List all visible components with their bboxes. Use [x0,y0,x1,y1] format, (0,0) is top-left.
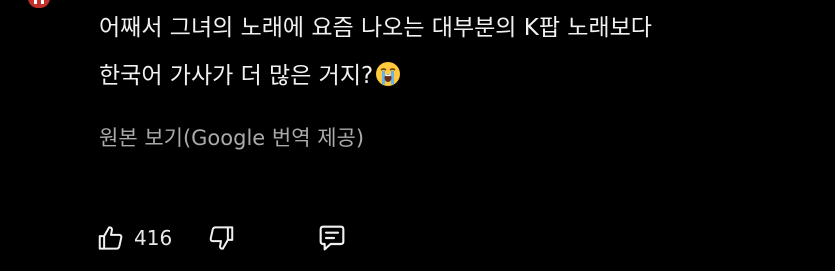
comment-line-2: 한국어 가사가 더 많은 거지? [99,52,819,104]
loudly-crying-face-emoji [375,56,401,104]
avatar[interactable] [28,0,50,8]
view-original-link[interactable]: 원본 보기(Google 번역 제공) [99,118,364,158]
comment-line-1-text: 어째서 그녀의 노래에 요즘 나오는 대부분의 K팝 노래보다 [99,15,652,41]
like-count: 416 [134,226,173,250]
comment-text: 어째서 그녀의 노래에 요즘 나오는 대부분의 K팝 노래보다 한국어 가사가 … [99,4,819,104]
thumbs-up-icon [96,223,126,253]
dislike-button[interactable] [206,223,236,253]
like-button[interactable]: 416 [96,223,172,253]
reply-button[interactable] [316,222,348,254]
comment-actions: 416 [96,216,348,260]
thumbs-down-icon [206,223,236,253]
comment-reply-icon [316,222,348,254]
comment-line-1: 어째서 그녀의 노래에 요즘 나오는 대부분의 K팝 노래보다 [99,4,819,52]
comment-line-2-text: 한국어 가사가 더 많은 거지? [99,63,374,89]
